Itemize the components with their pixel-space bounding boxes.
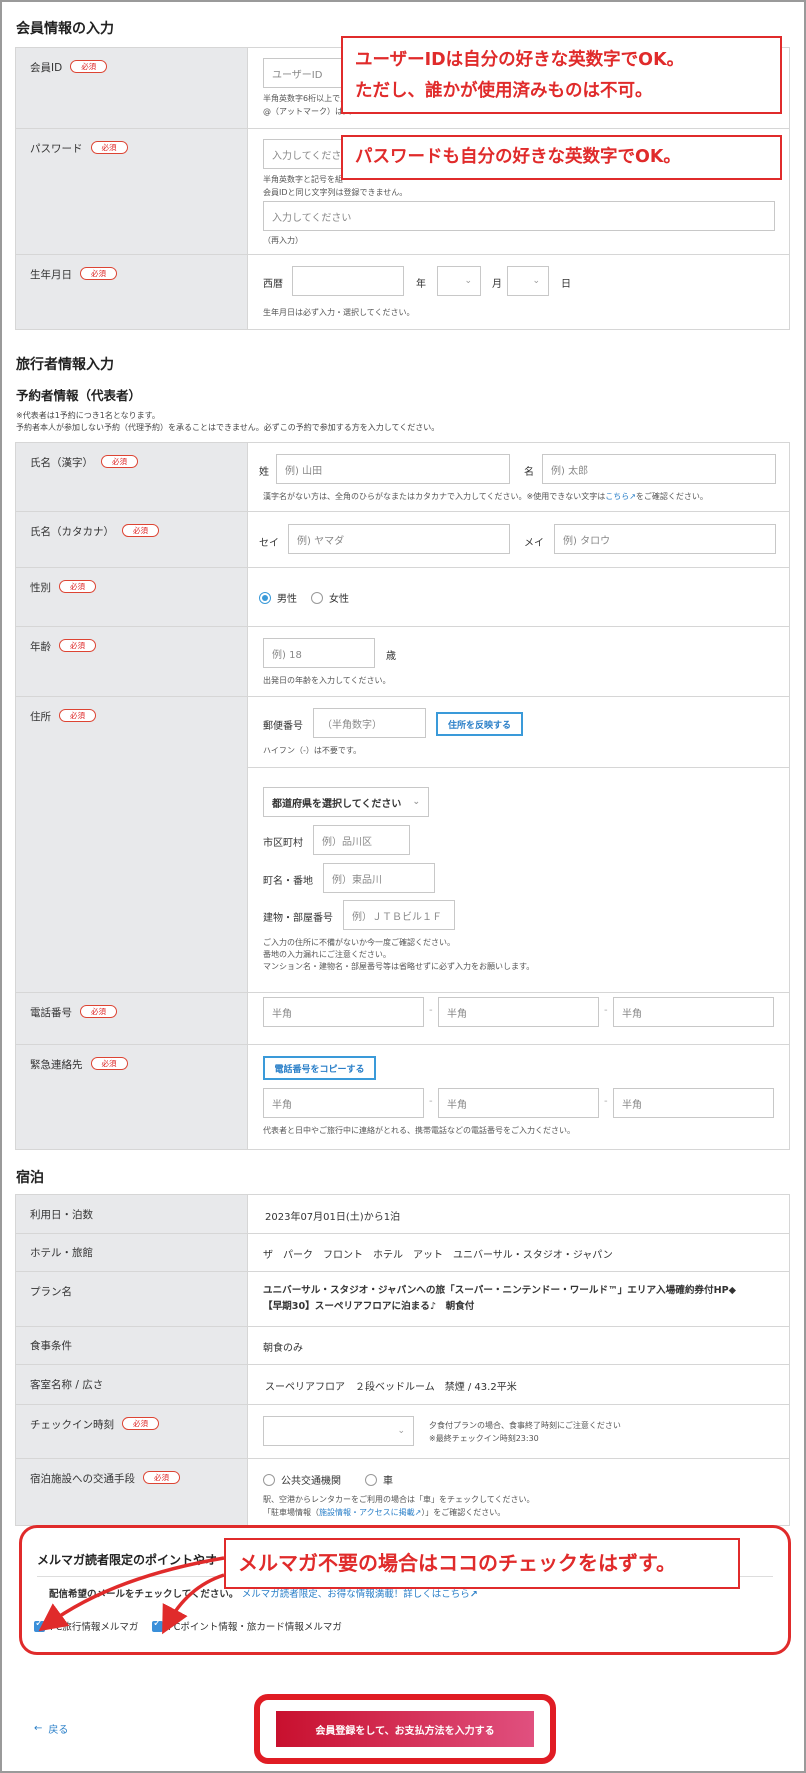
chevron-down-icon: ⌄	[412, 797, 420, 807]
zip-input[interactable]: （半角数字）	[313, 708, 426, 738]
emergency-part1-input[interactable]: 半角	[263, 1088, 424, 1118]
mailmag-point-checkbox[interactable]: PCポイント情報・旅カード情報メルマガ	[152, 1618, 342, 1633]
row-meal: 食事条件 朝食のみ	[16, 1327, 789, 1365]
checkbox-checked-icon	[34, 1618, 45, 1632]
chevron-down-icon: ⌄	[464, 276, 472, 286]
mailmag-travel-checkbox[interactable]: PC旅行情報メルマガ	[34, 1618, 138, 1633]
phone-part1-input[interactable]: 半角	[263, 997, 424, 1027]
phone-part3-input[interactable]: 半角	[613, 997, 774, 1027]
access-public-radio[interactable]: 公共交通機関	[263, 1472, 341, 1487]
row-name-kana: 氏名（カタカナ） 必須 セイ 例) ヤマダ メイ 例) タロウ	[16, 512, 789, 568]
page: 会員情報の入力 会員ID 必須 ユーザーID 半角英数字6桁以上で入 @（アット…	[0, 0, 806, 1773]
last-name-input[interactable]: 例) 山田	[276, 454, 510, 484]
row-gender: 性別 必須 男性 女性	[16, 568, 789, 627]
dob-year-input[interactable]	[292, 266, 404, 296]
checkbox-checked-icon	[152, 1618, 163, 1632]
emergency-part3-input[interactable]: 半角	[613, 1088, 774, 1118]
access-car-radio[interactable]: 車	[365, 1472, 393, 1487]
submit-highlight: 会員登録をして、お支払方法を入力する	[254, 1694, 556, 1764]
row-checkin: チェックイン時刻 必須 ⌄ 夕食付プランの場合、食事終了時刻にご注意ください ※…	[16, 1405, 789, 1459]
row-name-kanji: 氏名（漢字） 必須 姓 例) 山田 名 例) 太郎 漢字名がない方は、全角のひら…	[16, 443, 789, 512]
unusable-chars-link[interactable]: こちら	[605, 492, 629, 501]
gender-male-radio[interactable]: 男性	[259, 590, 297, 605]
section-title-stay: 宿泊	[16, 1170, 44, 1186]
arrow-left-icon: ←	[34, 1723, 43, 1734]
callout-password: パスワードも自分の好きな英数字でOK。	[341, 135, 782, 180]
facility-info-link[interactable]: 施設情報・アクセスに掲載	[319, 1508, 415, 1517]
required-badge: 必須	[70, 60, 108, 73]
section-title-member: 会員情報の入力	[16, 21, 114, 37]
dob-day-select[interactable]: ⌄	[507, 266, 549, 296]
chevron-down-icon: ⌄	[532, 276, 540, 286]
building-input[interactable]: 例）ＪＴＢビル１Ｆ	[343, 900, 455, 930]
row-access: 宿泊施設への交通手段 必須 公共交通機関 車 駅、空港からレンタカーをご利用の場…	[16, 1459, 789, 1525]
row-emergency: 緊急連絡先 必須 電話番号をコピーする 半角 - 半角 - 半角 代表者と日中や…	[16, 1045, 789, 1149]
row-hotel: ホテル・旅館 ザ パーク フロント ホテル アット ユニバーサル・スタジオ・ジャ…	[16, 1234, 789, 1272]
callout-mailmag: メルマガ不要の場合はココのチェックをはずす。	[224, 1538, 740, 1589]
first-name-input[interactable]: 例) 太郎	[542, 454, 776, 484]
prefecture-select[interactable]: 都道府県を選択してください ⌄	[263, 787, 429, 817]
chevron-down-icon: ⌄	[397, 1426, 405, 1436]
label-password: パスワード 必須	[16, 129, 248, 254]
row-plan: プラン名 ユニバーサル・スタジオ・ジャパンへの旅「スーパー・ニンテンドー・ワール…	[16, 1272, 789, 1327]
external-link-icon: ↗	[469, 1589, 478, 1600]
town-input[interactable]: 例）東品川	[323, 863, 435, 893]
traveler-table: 氏名（漢字） 必須 姓 例) 山田 名 例) 太郎 漢字名がない方は、全角のひら…	[15, 442, 790, 1150]
row-date: 利用日・泊数 2023年07月01日(土)から1泊	[16, 1195, 789, 1234]
row-address: 住所 必須 郵便番号 （半角数字） 住所を反映する ハイフン（-）は不要です。 …	[16, 697, 789, 993]
section-title-traveler: 旅行者情報入力	[16, 357, 114, 373]
back-link[interactable]: ← 戻る	[34, 1721, 68, 1736]
label-member-id: 会員ID 必須	[16, 48, 248, 128]
first-name-kana-input[interactable]: 例) タロウ	[554, 524, 776, 554]
callout-id: ユーザーIDは自分の好きな英数字でOK。 ただし、誰かが使用済みものは不可。	[341, 36, 782, 114]
mailmag-title: メルマガ読者限定のポイントやオ	[37, 1553, 218, 1567]
emergency-part2-input[interactable]: 半角	[438, 1088, 599, 1118]
label-dob: 生年月日 必須	[16, 255, 248, 329]
age-input[interactable]: 例) 18	[263, 638, 375, 668]
row-room: 客室名称 / 広さ スーペリアフロア ２段ベッドルーム 禁煙 / 43.2平米	[16, 1365, 789, 1405]
row-phone: 電話番号 必須 半角 - 半角 - 半角	[16, 993, 789, 1045]
phone-part2-input[interactable]: 半角	[438, 997, 599, 1027]
checkin-time-select[interactable]: ⌄	[263, 1416, 414, 1446]
stay-table: 利用日・泊数 2023年07月01日(土)から1泊 ホテル・旅館 ザ パーク フ…	[15, 1194, 790, 1526]
divider	[248, 767, 789, 768]
password-confirm-input[interactable]: 入力してください	[263, 201, 775, 231]
row-age: 年齢 必須 例) 18 歳 出発日の年齢を入力してください。	[16, 627, 789, 697]
sub-title-representative: 予約者情報（代表者）	[16, 388, 142, 403]
last-name-kana-input[interactable]: 例) ヤマダ	[288, 524, 510, 554]
external-link-icon: ↗	[629, 492, 636, 501]
dob-month-select[interactable]: ⌄	[437, 266, 481, 296]
reflect-address-button[interactable]: 住所を反映する	[436, 712, 523, 736]
mailmag-info-link[interactable]: メルマガ読者限定、お得な情報満載！詳しくはこちら	[242, 1589, 470, 1600]
submit-button[interactable]: 会員登録をして、お支払方法を入力する	[276, 1711, 534, 1747]
city-input[interactable]: 例）品川区	[313, 825, 410, 855]
gender-female-radio[interactable]: 女性	[311, 590, 349, 605]
row-dob: 生年月日 必須 西暦 年 ⌄ 月 ⌄ 日 生年月日は必ず入力・選択してください。	[16, 255, 789, 329]
copy-phone-button[interactable]: 電話番号をコピーする	[263, 1056, 376, 1080]
